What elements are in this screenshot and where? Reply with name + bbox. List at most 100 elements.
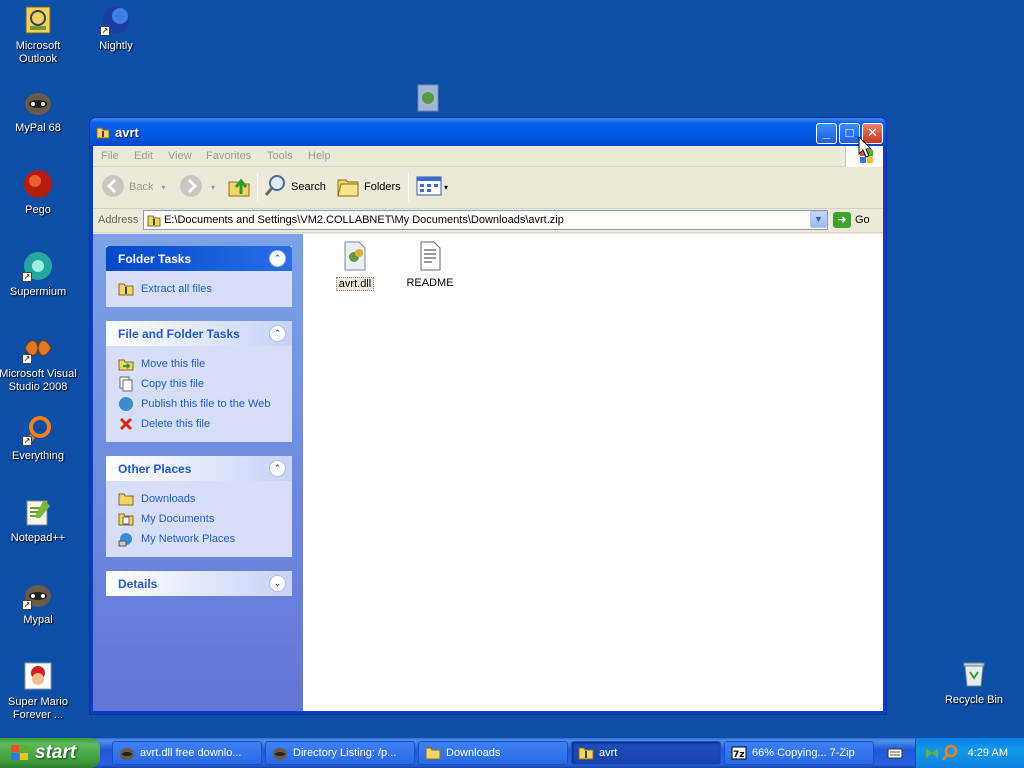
search-tray-icon[interactable] bbox=[942, 744, 958, 761]
views-icon bbox=[416, 176, 442, 199]
menu-favorites[interactable]: Favorites bbox=[206, 150, 251, 162]
file-item-avrt-dll[interactable]: avrt.dll bbox=[320, 240, 390, 291]
maximize-button[interactable]: □ bbox=[839, 123, 860, 144]
address-dropdown-button[interactable]: ▼ bbox=[810, 211, 827, 228]
mypal-icon: ↗ bbox=[22, 578, 54, 610]
collapse-icon[interactable]: ⌃ bbox=[269, 460, 286, 477]
folder-tasks-panel: Folder Tasks ⌃ Extract all files bbox=[106, 246, 292, 307]
desktop-icon-label: Recycle Bin bbox=[944, 694, 1004, 706]
mario-icon bbox=[22, 660, 54, 692]
views-button[interactable]: ▾ bbox=[416, 174, 448, 200]
taskbar-item-7zip[interactable]: 7z 66% Copying... 7-Zip bbox=[724, 741, 874, 765]
extract-icon bbox=[118, 281, 134, 297]
move-icon bbox=[118, 356, 134, 372]
extract-all-files-link[interactable]: Extract all files bbox=[118, 279, 292, 299]
taskbar: start avrt.dll free downlo... Directory … bbox=[0, 738, 1024, 768]
other-places-header[interactable]: Other Places ⌃ bbox=[106, 456, 292, 481]
shortcut-arrow-icon: ↗ bbox=[22, 436, 32, 446]
minimize-button[interactable]: _ bbox=[816, 123, 837, 144]
visual-studio-icon: ↗ bbox=[22, 332, 54, 364]
expand-icon[interactable]: ⌄ bbox=[269, 575, 286, 592]
taskbar-item-browser-1[interactable]: avrt.dll free downlo... bbox=[112, 741, 262, 765]
taskbar-item-downloads[interactable]: Downloads bbox=[418, 741, 568, 765]
go-arrow-icon: ➜ bbox=[833, 212, 851, 228]
go-button[interactable]: ➜ Go bbox=[833, 212, 870, 228]
network-tray-icon[interactable] bbox=[924, 745, 940, 761]
folder-icon bbox=[118, 491, 134, 507]
desktop-icon-label: Supermium bbox=[9, 286, 67, 298]
menu-file[interactable]: File bbox=[101, 150, 119, 162]
desktop-icon-label: Mypal bbox=[23, 614, 53, 626]
everything-icon: ↗ bbox=[22, 414, 54, 446]
search-icon bbox=[263, 174, 287, 201]
svg-text:7z: 7z bbox=[733, 750, 745, 760]
copy-file-link[interactable]: Copy this file bbox=[118, 374, 292, 394]
desktop-icon-outlook[interactable]: Microsoft Outlook bbox=[0, 4, 80, 66]
desktop-icon-mypal[interactable]: ↗ Mypal bbox=[0, 578, 80, 627]
publish-web-link[interactable]: Publish this file to the Web bbox=[118, 394, 292, 414]
notepadpp-icon bbox=[22, 496, 54, 528]
collapse-icon[interactable]: ⌃ bbox=[269, 325, 286, 342]
recycle-bin-icon bbox=[958, 658, 990, 690]
pego-icon bbox=[22, 168, 54, 200]
desktop-icon-supermium[interactable]: ↗ Supermium bbox=[0, 250, 80, 299]
move-file-link[interactable]: Move this file bbox=[118, 354, 292, 374]
browser-icon bbox=[119, 745, 135, 761]
file-folder-tasks-panel: File and Folder Tasks ⌃ Move this file C… bbox=[106, 321, 292, 442]
dll-file-icon bbox=[339, 240, 371, 272]
taskbar-item-browser-2[interactable]: Directory Listing: /p... bbox=[265, 741, 415, 765]
folder-tasks-header[interactable]: Folder Tasks ⌃ bbox=[106, 246, 292, 271]
menu-edit[interactable]: Edit bbox=[134, 150, 153, 162]
desktop-icon-nightly[interactable]: ↗ Nightly bbox=[74, 4, 158, 53]
move-file-label: Move this file bbox=[141, 358, 206, 370]
other-place-downloads[interactable]: Downloads bbox=[118, 489, 292, 509]
search-button[interactable]: Search bbox=[263, 174, 326, 200]
shortcut-arrow-icon: ↗ bbox=[22, 272, 32, 282]
details-header[interactable]: Details ⌄ bbox=[106, 571, 292, 596]
keyboard-icon[interactable] bbox=[887, 745, 903, 761]
desktop-icon-label: Nightly bbox=[99, 40, 133, 52]
forward-dropdown-icon[interactable]: ▾ bbox=[211, 183, 215, 192]
views-dropdown-icon: ▾ bbox=[444, 182, 449, 192]
delete-file-link[interactable]: Delete this file bbox=[118, 414, 292, 434]
folder-tasks-title: Folder Tasks bbox=[118, 252, 192, 266]
7zip-icon: 7z bbox=[731, 745, 747, 761]
clock[interactable]: 4:29 AM bbox=[968, 747, 1008, 759]
my-documents-label: My Documents bbox=[141, 513, 215, 525]
desktop-icon-notepadpp[interactable]: Notepad++ bbox=[0, 496, 80, 545]
file-folder-tasks-header[interactable]: File and Folder Tasks ⌃ bbox=[106, 321, 292, 346]
menu-help[interactable]: Help bbox=[308, 150, 331, 162]
folders-button[interactable]: Folders bbox=[336, 174, 401, 200]
other-place-network[interactable]: My Network Places bbox=[118, 529, 292, 549]
desktop-icon-label: Pego bbox=[25, 204, 51, 216]
back-dropdown-icon[interactable]: ▾ bbox=[161, 183, 165, 192]
shortcut-arrow-icon: ↗ bbox=[22, 354, 32, 364]
supermium-icon: ↗ bbox=[22, 250, 54, 282]
task-label: Downloads bbox=[446, 747, 501, 759]
desktop-icon-pego[interactable]: Pego bbox=[0, 168, 80, 217]
menu-tools[interactable]: Tools bbox=[267, 150, 293, 162]
desktop-icon-everything[interactable]: ↗ Everything bbox=[0, 414, 80, 463]
taskbar-item-avrt[interactable]: avrt bbox=[571, 741, 721, 765]
content-area: Folder Tasks ⌃ Extract all files File an… bbox=[93, 234, 883, 711]
desktop-icon-mario[interactable]: Super Mario Forever ... bbox=[0, 660, 80, 722]
start-button[interactable]: start bbox=[0, 738, 100, 768]
task-label: 66% Copying... 7-Zip bbox=[752, 747, 855, 759]
up-folder-button[interactable] bbox=[227, 174, 251, 200]
menu-view[interactable]: View bbox=[168, 150, 192, 162]
address-label: Address bbox=[98, 214, 139, 226]
forward-button[interactable]: ▾ bbox=[179, 174, 215, 200]
title-bar[interactable]: avrt _ □ ✕ bbox=[90, 118, 886, 146]
desktop-icon-mypal68[interactable]: MyPal 68 bbox=[0, 86, 80, 135]
file-item-readme[interactable]: README bbox=[395, 240, 465, 289]
back-button[interactable]: Back ▾ bbox=[101, 174, 165, 200]
go-label: Go bbox=[855, 214, 870, 226]
desktop-icon-visual-studio[interactable]: ↗ Microsoft Visual Studio 2008 bbox=[0, 332, 80, 394]
desktop-icon-recycle-bin[interactable]: Recycle Bin bbox=[932, 658, 1016, 707]
zip-folder-icon bbox=[96, 125, 110, 139]
file-name: avrt.dll bbox=[335, 277, 375, 291]
address-input[interactable]: E:\Documents and Settings\VM2.COLLABNET\… bbox=[143, 210, 828, 230]
collapse-icon[interactable]: ⌃ bbox=[269, 250, 286, 267]
address-bar: Address E:\Documents and Settings\VM2.CO… bbox=[93, 209, 883, 233]
other-place-my-documents[interactable]: My Documents bbox=[118, 509, 292, 529]
